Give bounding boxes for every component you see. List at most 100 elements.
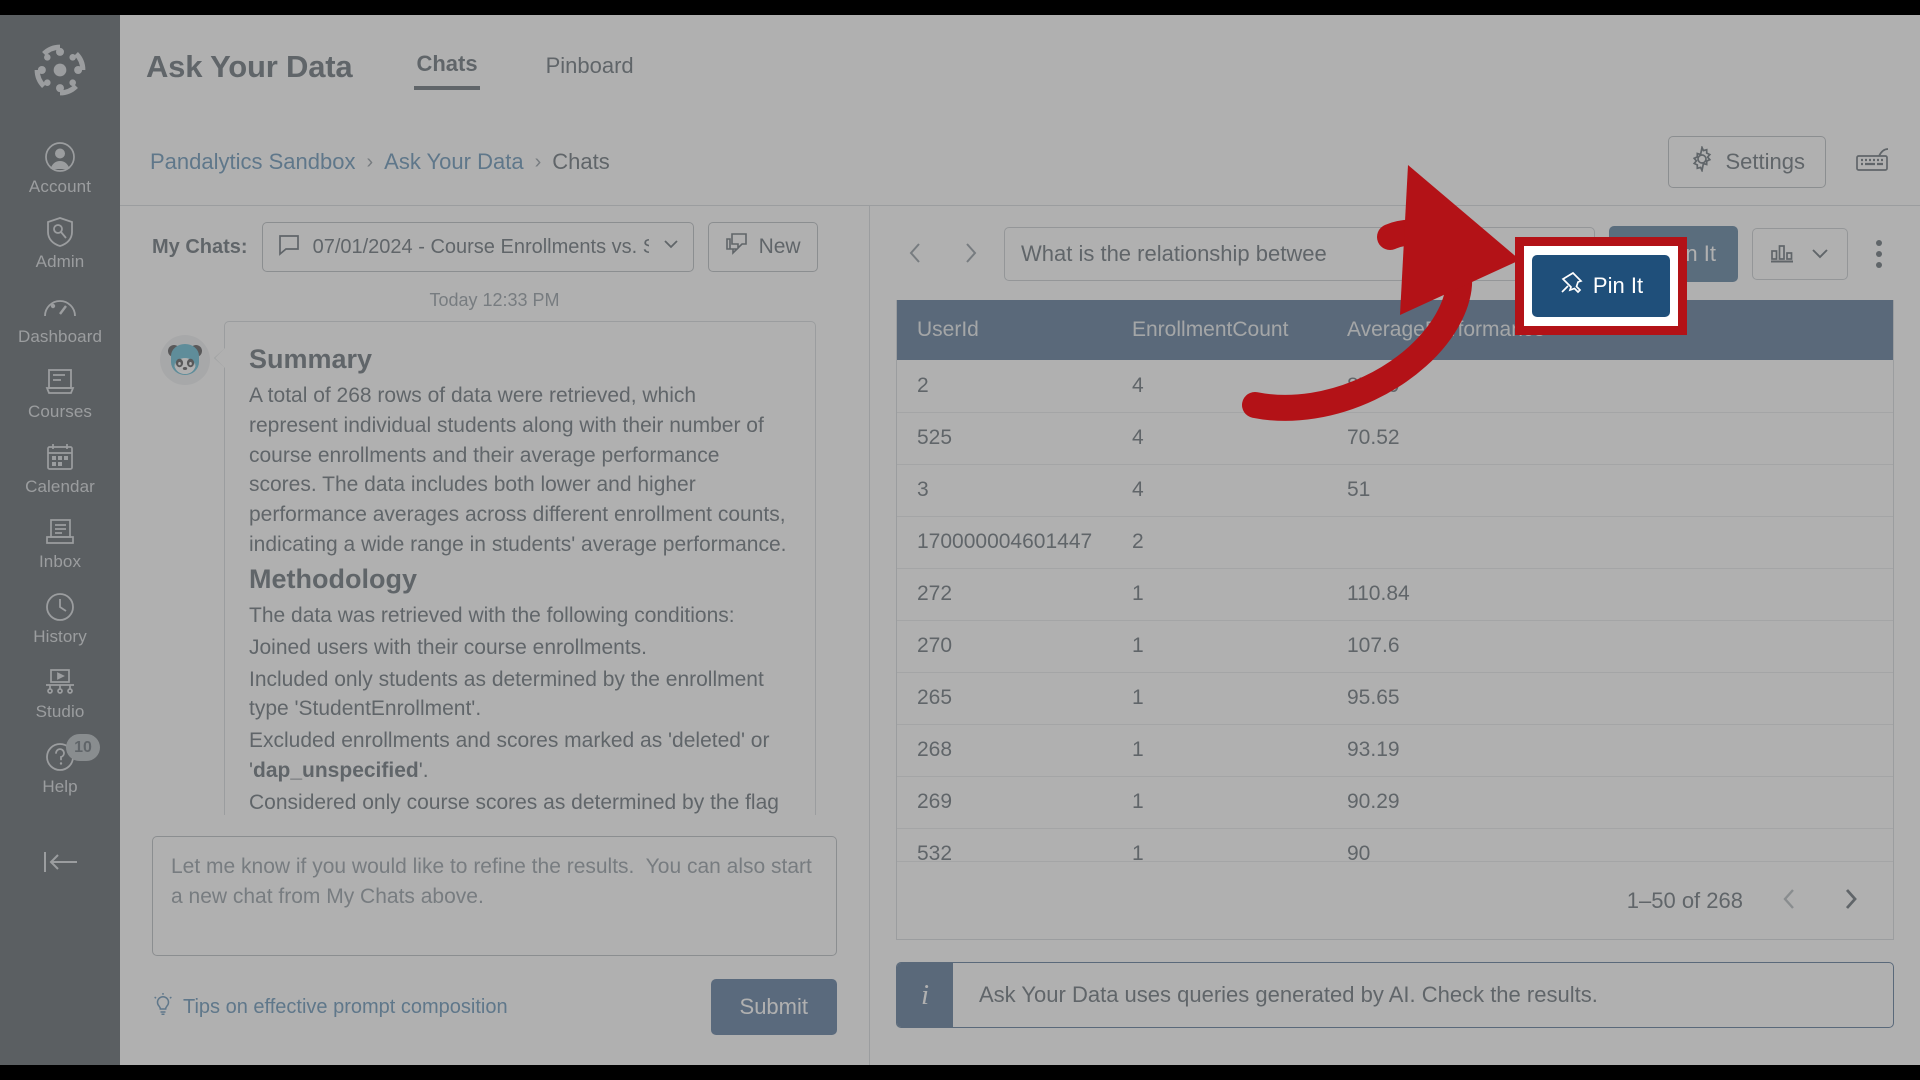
new-chat-button[interactable]: New [707, 222, 818, 272]
table-row[interactable]: 269 1 90.29 [897, 776, 1893, 829]
sidebar-item-help[interactable]: 10 Help [0, 731, 120, 806]
inbox-tray-icon [45, 515, 75, 549]
table-row[interactable]: 525 4 70.52 [897, 412, 1893, 465]
new-chat-button-label: New [758, 235, 801, 258]
bar-chart-icon [1769, 241, 1795, 268]
excluded-suffix: '. [418, 758, 429, 782]
table-row[interactable]: 3 4 51 [897, 464, 1893, 517]
results-table-container: UserId EnrollmentCount AveragePerformanc… [896, 300, 1894, 940]
assistant-message: Summary A total of 268 rows of data were… [152, 321, 837, 815]
sidebar-item-account[interactable]: Account [0, 131, 120, 206]
sidebar-item-calendar[interactable]: Calendar [0, 431, 120, 506]
table-row[interactable]: 272 1 110.84 [897, 568, 1893, 621]
chat-select-value: 07/01/2024 - Course Enrollments vs. S [312, 235, 649, 258]
sidebar-item-courses[interactable]: Courses [0, 356, 120, 431]
results-table: UserId EnrollmentCount AveragePerformanc… [897, 300, 1893, 933]
page-title: Ask Your Data [146, 49, 353, 84]
breadcrumb-separator: › [534, 150, 542, 173]
panda-avatar-icon [160, 335, 210, 385]
breadcrumb-separator: › [366, 150, 374, 173]
column-header-averageperformance[interactable]: AveragePerformance [1327, 300, 1893, 360]
message-bubble: Summary A total of 268 rows of data were… [214, 321, 816, 815]
info-icon: i [897, 963, 953, 1027]
breadcrumb-item-pandalytics-sandbox[interactable]: Pandalytics Sandbox [150, 149, 355, 175]
sidebar-item-label: Account [28, 177, 92, 196]
previous-result-button[interactable] [896, 234, 936, 274]
collapse-left-icon[interactable] [0, 848, 120, 876]
chevron-down-icon [661, 234, 681, 260]
chat-select[interactable]: 07/01/2024 - Course Enrollments vs. S [261, 222, 694, 272]
chevron-right-icon [957, 240, 983, 269]
conversation-scroll[interactable]: Today 12:33 PM Summary A total of 268 ro… [120, 288, 869, 815]
table-cell: 4 [1112, 412, 1327, 465]
pin-it-button-label: Pin It [1665, 241, 1716, 266]
next-result-button[interactable] [950, 234, 990, 274]
ai-disclaimer-text: Ask Your Data uses queries generated by … [979, 982, 1598, 1007]
table-pagination: 1–50 of 268 [897, 861, 1893, 939]
lightbulb-icon [152, 992, 174, 1022]
table-cell: 70.52 [1327, 412, 1893, 465]
table-row[interactable]: 2 4 87.19 [897, 360, 1893, 413]
table-cell: 1 [1112, 568, 1327, 621]
sidebar-item-label: History [33, 627, 87, 646]
query-input[interactable]: What is the relationship betwee [1004, 227, 1595, 281]
shield-wrench-icon [45, 215, 75, 249]
breadcrumb-item-ask-your-data[interactable]: Ask Your Data [384, 149, 523, 175]
sidebar-item-admin[interactable]: Admin [0, 206, 120, 281]
submit-button[interactable]: Submit [710, 979, 837, 1035]
sidebar-item-dashboard[interactable]: Dashboard [0, 281, 120, 356]
sidebar-item-history[interactable]: History [0, 581, 120, 656]
keyboard-icon [1854, 146, 1892, 179]
table-row[interactable]: 270 1 107.6 [897, 620, 1893, 673]
more-vertical-icon[interactable] [1862, 230, 1896, 278]
composer: Tips on effective prompt composition Sub… [152, 836, 837, 1035]
sidebar-item-label: Admin [35, 252, 85, 271]
ai-disclaimer-bar: i Ask Your Data uses queries generated b… [896, 962, 1894, 1028]
pin-it-button[interactable]: Pin It [1608, 226, 1738, 282]
table-cell: 93.19 [1327, 724, 1893, 777]
column-header-enrollmentcount[interactable]: EnrollmentCount [1112, 300, 1327, 360]
chevron-left-icon [1777, 886, 1803, 915]
table-cell: 270 [897, 620, 1112, 673]
methodology-intro: The data was retrieved with the followin… [249, 603, 735, 627]
excluded-line: Excluded enrollments and scores marked a… [249, 726, 789, 786]
sidebar-item-label: Calendar [25, 477, 95, 496]
results-table-body: 2 4 87.19 525 4 70.52 3 4 51 170000004601447 2 272 1… [897, 360, 1893, 933]
table-cell: 170000004601447 [897, 516, 1112, 569]
global-sidebar: Account Admin Dashboard Courses Calendar… [0, 15, 120, 1065]
composer-footer: Tips on effective prompt composition Sub… [152, 979, 837, 1035]
prompt-input[interactable] [152, 836, 837, 956]
breadcrumb: Pandalytics Sandbox › Ask Your Data › Ch… [150, 149, 610, 175]
pagination-prev-button[interactable] [1777, 886, 1803, 915]
pagination-next-button[interactable] [1837, 886, 1863, 915]
table-row[interactable]: 265 1 95.65 [897, 672, 1893, 725]
settings-button[interactable]: Settings [1667, 136, 1826, 188]
results-table-head: UserId EnrollmentCount AveragePerformanc… [897, 300, 1893, 360]
methodology-line: Joined users with their course enrollmen… [249, 635, 648, 659]
column-header-userid[interactable]: UserId [897, 300, 1112, 360]
table-cell: 4 [1112, 464, 1327, 517]
results-panel: What is the relationship betwee Pin It U… [870, 206, 1920, 1065]
table-row[interactable]: 268 1 93.19 [897, 724, 1893, 777]
tab-chats[interactable]: Chats [414, 45, 480, 90]
user-circle-icon [44, 140, 76, 174]
table-cell: 1 [1112, 776, 1327, 829]
table-cell: 3 [897, 464, 1112, 517]
sidebar-item-studio[interactable]: Studio [0, 656, 120, 731]
tips-link[interactable]: Tips on effective prompt composition [152, 992, 508, 1022]
sidebar-item-inbox[interactable]: Inbox [0, 506, 120, 581]
tips-link-label: Tips on effective prompt composition [183, 995, 508, 1018]
tab-pinboard[interactable]: Pinboard [544, 47, 636, 88]
canvas-logo-icon[interactable] [31, 41, 89, 99]
table-cell: 87.19 [1327, 360, 1893, 413]
keyboard-shortcuts-button[interactable] [1854, 146, 1892, 179]
table-cell: 2 [897, 360, 1112, 413]
table-row[interactable]: 170000004601447 2 [897, 516, 1893, 569]
help-badge: 10 [66, 734, 100, 761]
message-timestamp: Today 12:33 PM [429, 290, 560, 310]
chevron-right-icon [1837, 886, 1863, 915]
breadcrumb-bar: Pandalytics Sandbox › Ask Your Data › Ch… [120, 119, 1920, 205]
visualization-type-button[interactable] [1752, 228, 1848, 280]
pin-it-wrapper: Pin It [1608, 226, 1738, 282]
methodology-line: Included only students as determined by … [249, 667, 764, 721]
